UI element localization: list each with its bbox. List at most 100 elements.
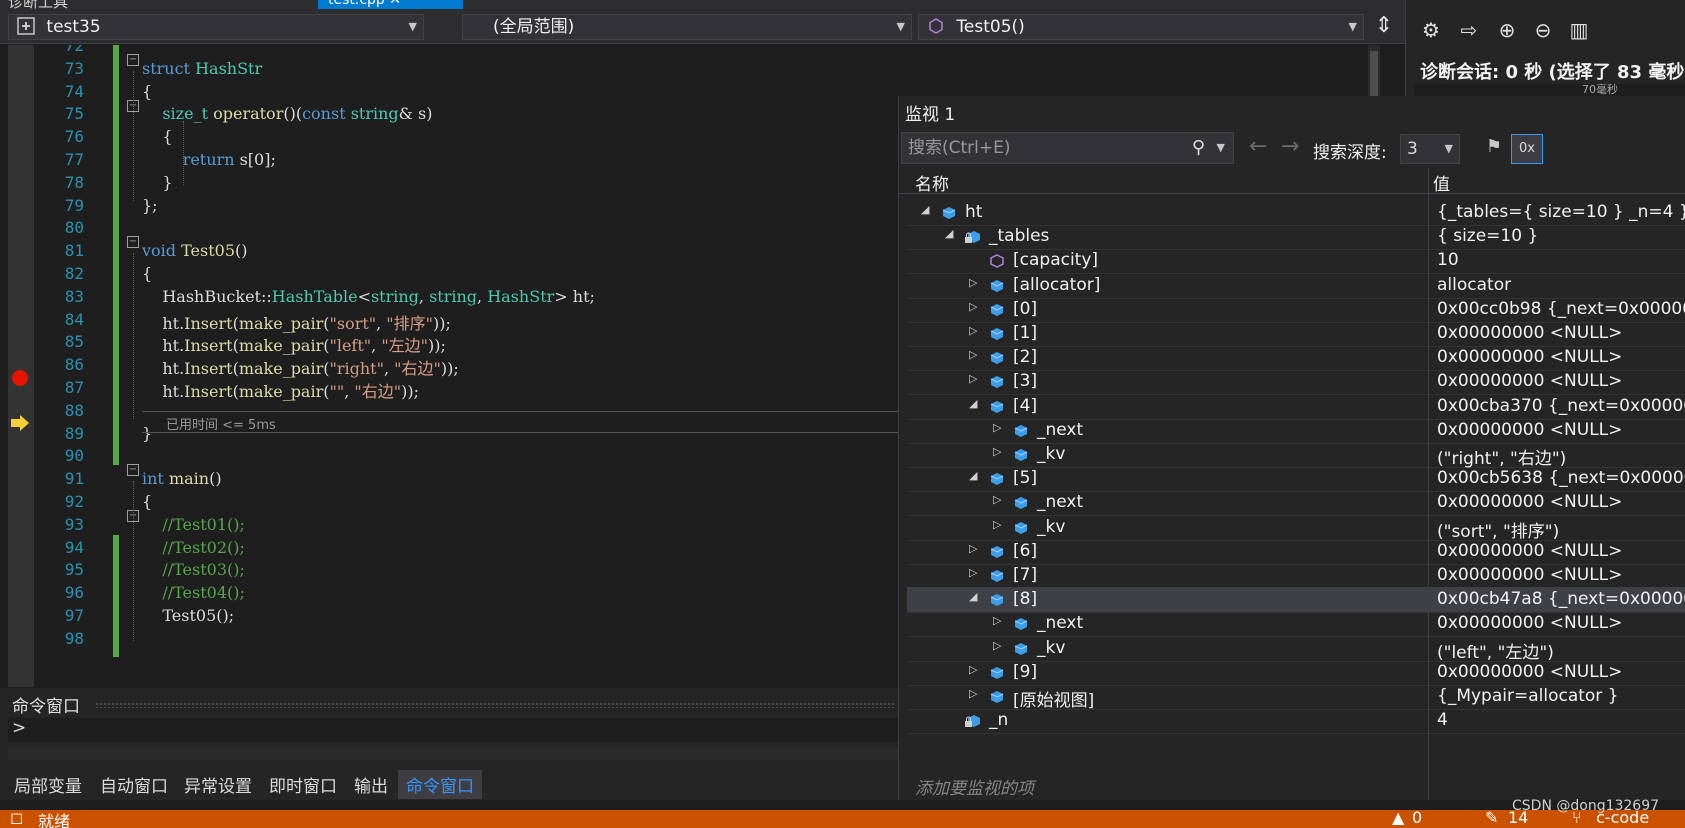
expand-arrow-icon[interactable]: ▷ [993, 518, 1001, 531]
watch-row-value[interactable]: {_tables={ size=10 } _n=4 } [1437, 202, 1685, 222]
expand-arrow-icon[interactable]: ▷ [993, 639, 1001, 652]
watch-row[interactable]: ▷ _next 0x00000000 <NULL> [907, 611, 1685, 638]
bottom-tab[interactable]: 即时窗口 [269, 772, 337, 797]
watch-row[interactable]: ▷ [原始视图] {_Mypair=allocator } [907, 684, 1685, 711]
name-column-header[interactable]: 名称 [915, 170, 949, 195]
watch-row[interactable]: ▷ [1] 0x00000000 <NULL> [907, 321, 1685, 347]
diagnostics-timeline[interactable]: 70毫秒 [1414, 83, 1685, 96]
watch-row[interactable]: ▷ _kv ("sort", "排序") [907, 515, 1685, 542]
expand-arrow-icon[interactable]: ▷ [969, 276, 977, 289]
watch-row[interactable]: ▷ [7] 0x00000000 <NULL> [907, 563, 1685, 589]
expand-arrow-icon[interactable]: ▷ [969, 663, 977, 676]
watch-row-value[interactable]: { size=10 } [1437, 226, 1538, 246]
watch-row[interactable]: ◢ [4] 0x00cba370 {_next=0x00000000 [907, 394, 1685, 420]
breakpoint-margin[interactable] [8, 45, 34, 687]
watch-row-value[interactable]: 0x00cba370 {_next=0x00000000 [1437, 396, 1685, 416]
collapse-arrow-icon[interactable]: ◢ [969, 469, 977, 482]
watch-row-value[interactable]: 0x00000000 <NULL> [1437, 541, 1622, 561]
watch-row[interactable]: ▷ [0] 0x00cc0b98 {_next=0x00000000 [907, 297, 1685, 323]
tab-test-cpp[interactable]: test.cpp ✕ [318, 0, 463, 9]
expand-arrow-icon[interactable]: ▷ [969, 300, 977, 313]
watch-row-value[interactable]: 0x00000000 <NULL> [1437, 492, 1622, 512]
pin-icon[interactable]: ⚑ [1481, 136, 1507, 162]
watch-row-value[interactable]: {_Mypair=allocator } [1437, 686, 1619, 706]
expand-arrow-icon[interactable]: ▷ [993, 445, 1001, 458]
watch-row[interactable]: [capacity] 10 [907, 248, 1685, 275]
fold-toggle-icon[interactable]: − [127, 464, 139, 476]
watch-row[interactable]: ▷ [allocator] allocator [907, 273, 1685, 299]
bottom-tab[interactable]: 自动窗口 [100, 772, 168, 797]
watch-row[interactable]: ▷ _next 0x00000000 <NULL> [907, 418, 1685, 444]
watch-row-value[interactable]: 0x00000000 <NULL> [1437, 323, 1622, 343]
zoom-in-icon[interactable]: ⊕ [1494, 18, 1520, 44]
watch-search-input[interactable]: 搜索(Ctrl+E) ⚲ ▼ [901, 132, 1234, 164]
tab-diagnostics[interactable]: 诊断工具 [8, 0, 68, 9]
add-watch-item[interactable]: 添加要监视的项 [915, 774, 1034, 799]
panel-grip[interactable] [95, 702, 895, 708]
fold-toggle-icon[interactable]: − [127, 54, 139, 66]
export-icon[interactable]: ⇨ [1456, 18, 1482, 44]
watch-row[interactable]: ▷ _kv ("right", "右边") [907, 442, 1685, 469]
expand-arrow-icon[interactable]: ▷ [969, 687, 977, 700]
scope-dropdown[interactable]: (全局范围) ▼ [462, 14, 912, 40]
bottom-tab[interactable]: 输出 [354, 772, 388, 797]
column-separator[interactable] [1428, 168, 1429, 800]
watch-row-value[interactable]: 0x00cc0b98 {_next=0x00000000 [1437, 299, 1685, 319]
watch-row-value[interactable]: 0x00000000 <NULL> [1437, 662, 1622, 682]
project-dropdown[interactable]: test35 ▼ [8, 14, 424, 40]
watch-row[interactable]: ▷ _kv ("left", "左边") [907, 636, 1685, 663]
watch-row-value[interactable]: 0x00cb47a8 {_next=0x00000000 [1437, 589, 1685, 609]
member-dropdown[interactable]: Test05() ▼ [918, 14, 1364, 40]
watch-row[interactable]: ▷ [2] 0x00000000 <NULL> [907, 345, 1685, 372]
expand-arrow-icon[interactable]: ▷ [993, 421, 1001, 434]
hex-display-icon[interactable]: 0x [1511, 134, 1543, 164]
collapse-arrow-icon[interactable]: ◢ [921, 203, 929, 216]
watch-row[interactable]: ◢ ht {_tables={ size=10 } _n=4 } [907, 200, 1685, 226]
search-depth-dropdown[interactable]: 3 ▼ [1400, 134, 1460, 164]
watch-row-value[interactable]: 0x00000000 <NULL> [1437, 420, 1622, 440]
chevron-down-icon[interactable]: ▼ [1217, 133, 1225, 163]
breakpoint-icon[interactable] [10, 368, 30, 388]
watch-row[interactable]: ▷ [9] 0x00000000 <NULL> [907, 660, 1685, 686]
watch-row-value[interactable]: 0x00000000 <NULL> [1437, 371, 1622, 391]
search-icon[interactable]: ⚲ [1192, 133, 1205, 163]
watch-row[interactable]: ▷ [3] 0x00000000 <NULL> [907, 369, 1685, 396]
collapse-arrow-icon[interactable]: ◢ [969, 397, 977, 410]
expand-arrow-icon[interactable]: ▷ [969, 324, 977, 337]
watch-row[interactable]: ▷ [6] 0x00000000 <NULL> [907, 539, 1685, 565]
expand-arrow-icon[interactable]: ▷ [993, 493, 1001, 506]
expand-arrow-icon[interactable]: ▷ [993, 614, 1001, 627]
expand-arrow-icon[interactable]: ▷ [969, 542, 977, 555]
watch-row-value[interactable]: 0x00cb5638 {_next=0x00000000 [1437, 468, 1685, 488]
watch-row-value[interactable]: 0x00000000 <NULL> [1437, 613, 1622, 633]
expand-arrow-icon[interactable]: ▷ [969, 348, 977, 361]
expand-arrow-icon[interactable]: ▷ [969, 372, 977, 385]
gear-icon[interactable]: ⚙ [1418, 18, 1444, 44]
fold-toggle-icon[interactable]: − [127, 236, 139, 248]
watch-row[interactable]: ▷ _next 0x00000000 <NULL> [907, 490, 1685, 517]
reset-zoom-icon[interactable]: ▥ [1566, 18, 1592, 44]
watch-row-value[interactable]: 10 [1437, 250, 1459, 270]
bottom-tab[interactable]: 命令窗口 [398, 770, 482, 799]
watch-row-value[interactable]: 0x00000000 <NULL> [1437, 347, 1622, 367]
watch-row[interactable]: ◢ [5] 0x00cb5638 {_next=0x00000000 [907, 466, 1685, 493]
bottom-tab[interactable]: 局部变量 [14, 772, 82, 797]
watch-row-value[interactable]: 0x00000000 <NULL> [1437, 565, 1622, 585]
command-horizontal-scrollbar[interactable] [8, 748, 900, 760]
status-errors[interactable]: 0 [1412, 808, 1422, 827]
watch-row[interactable]: _n 4 [907, 708, 1685, 735]
expand-arrow-icon[interactable]: ▷ [969, 566, 977, 579]
collapse-arrow-icon[interactable]: ◢ [945, 227, 953, 240]
value-column-header[interactable]: 值 [1433, 170, 1450, 195]
bottom-tab[interactable]: 异常设置 [184, 772, 252, 797]
watch-row-value[interactable]: 4 [1437, 710, 1448, 730]
watch-row[interactable]: ◢ _tables { size=10 } [907, 224, 1685, 251]
command-input[interactable]: > [8, 718, 900, 742]
split-window-icon[interactable]: ⇕ [1371, 14, 1397, 40]
forward-arrow-icon[interactable]: → [1281, 134, 1299, 159]
watch-row-value[interactable]: allocator [1437, 275, 1511, 295]
collapse-arrow-icon[interactable]: ◢ [969, 590, 977, 603]
zoom-out-icon[interactable]: ⊖ [1530, 18, 1556, 44]
watch-row[interactable]: ◢ [8] 0x00cb47a8 {_next=0x00000000 [907, 587, 1685, 614]
back-arrow-icon[interactable]: ← [1249, 134, 1267, 159]
